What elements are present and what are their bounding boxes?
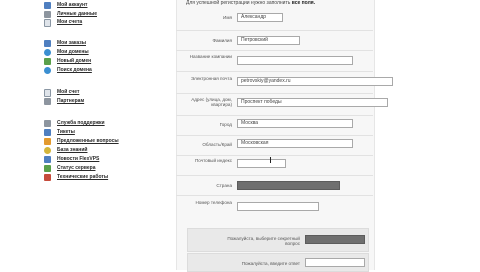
sidebar-item-faq[interactable]: Предложенные вопросы — [44, 138, 119, 145]
sidebar: Мой аккаунт Личные данные Мои счета Мои … — [0, 0, 165, 270]
new-domain-icon — [44, 58, 51, 65]
sidebar-item-label: Мои домены — [57, 49, 89, 55]
last-name-field[interactable]: Петровский — [237, 36, 300, 45]
sidebar-item-label: Мои заказы — [57, 40, 86, 46]
sidebar-item-my-account[interactable]: Мой аккаунт — [44, 2, 88, 9]
city-field[interactable]: Москва — [237, 119, 353, 128]
search-icon — [44, 67, 51, 74]
sidebar-item-label: Партнерам — [57, 98, 85, 104]
user-icon — [44, 2, 51, 9]
divider — [176, 115, 373, 116]
orders-icon — [44, 40, 51, 47]
knowledge-icon — [44, 147, 51, 154]
first-name-field[interactable]: Александр — [237, 13, 283, 22]
sidebar-item-new-domain[interactable]: Новый домен — [44, 58, 91, 65]
sidebar-item-server-status[interactable]: Статус сервера — [44, 165, 95, 172]
divider — [176, 93, 373, 94]
sidebar-item-label: Мои счета — [57, 19, 83, 25]
maintenance-icon — [44, 174, 51, 181]
sidebar-item-my-invoices[interactable]: Мои счета — [44, 18, 83, 27]
sidebar-item-label: Мой аккаунт — [57, 2, 88, 8]
sidebar-item-partners[interactable]: Партнерам — [44, 98, 84, 105]
intro-required-note: все поля. — [291, 0, 316, 6]
region-field[interactable]: Московская — [237, 139, 353, 148]
phone-field[interactable] — [237, 202, 319, 211]
country-select[interactable] — [237, 181, 340, 190]
sidebar-item-personal-data[interactable]: Личные данные — [44, 11, 97, 18]
globe-icon — [44, 49, 51, 56]
sidebar-item-label: Статус сервера — [57, 165, 96, 171]
divider — [176, 155, 373, 156]
first-name-label: Имя — [223, 15, 232, 20]
id-card-icon — [44, 11, 51, 18]
sidebar-item-tickets[interactable]: Тикеты — [44, 129, 75, 136]
security-answer-field[interactable] — [305, 258, 365, 267]
sidebar-item-label: Технические работы — [57, 174, 109, 180]
security-question-select[interactable] — [305, 235, 365, 244]
sidebar-item-label: Предложенные вопросы — [57, 138, 119, 144]
divider — [176, 135, 373, 136]
last-name-label: Фамилия — [212, 38, 232, 43]
sidebar-item-my-domains[interactable]: Мои домены — [44, 49, 89, 56]
security-question-label: Пожалуйста, выберите секретный вопрос — [227, 236, 300, 247]
sidebar-item-domain-search[interactable]: Поиск домена — [44, 67, 92, 74]
address-field[interactable]: Проспект победы — [237, 98, 388, 107]
sidebar-item-label: Служба поддержки — [57, 120, 105, 126]
sidebar-item-label: База знаний — [57, 147, 88, 153]
postal-code-field[interactable] — [237, 159, 286, 168]
sidebar-item-label: Поиск домена — [57, 67, 92, 73]
sidebar-item-label: Новый домен — [57, 58, 92, 64]
email-label: Электронная почта — [191, 76, 232, 81]
divider — [176, 175, 373, 176]
region-label: Область/Край — [202, 142, 232, 147]
sidebar-item-label: Тикеты — [57, 129, 75, 135]
sidebar-item-label: Новости FlexVPS — [57, 156, 100, 162]
wallet-icon — [44, 88, 51, 97]
company-field[interactable] — [237, 56, 353, 65]
sidebar-item-label: Личные данные — [57, 11, 97, 17]
sidebar-item-news[interactable]: Новости FlexVPS — [44, 156, 99, 163]
intro-text: Для успешной регистрации нужно заполнить — [186, 0, 291, 6]
security-answer-label: Пожалуйста, введите ответ — [241, 261, 300, 266]
faq-icon — [44, 138, 51, 145]
ticket-icon — [44, 129, 51, 136]
address-label: Адрес (улица, дом, квартира) — [191, 97, 232, 108]
divider — [176, 50, 373, 51]
sidebar-item-support[interactable]: Служба поддержки — [44, 120, 105, 127]
city-label: Город — [219, 122, 232, 127]
sidebar-item-label: Мой счет — [57, 89, 80, 95]
server-status-icon — [44, 165, 51, 172]
invoice-icon — [44, 18, 51, 27]
text-cursor-icon — [270, 157, 271, 163]
sidebar-item-maintenance[interactable]: Технические работы — [44, 174, 108, 181]
support-icon — [44, 120, 51, 127]
divider — [176, 30, 373, 31]
postal-code-label: Почтовый индекс — [194, 158, 232, 163]
partners-icon — [44, 98, 51, 105]
divider — [176, 195, 373, 196]
company-label: Название компании — [189, 54, 232, 59]
sidebar-item-my-balance[interactable]: Мой счет — [44, 88, 80, 97]
country-label: Страна — [216, 183, 232, 188]
news-icon — [44, 156, 51, 163]
email-field[interactable]: petrovskiy@yandex.ru — [237, 77, 393, 86]
divider — [176, 71, 373, 72]
form-intro: Для успешной регистрации нужно заполнить… — [186, 0, 315, 6]
sidebar-item-knowledge-base[interactable]: База знаний — [44, 147, 87, 154]
sidebar-item-my-orders[interactable]: Мои заказы — [44, 40, 86, 47]
phone-label: Номер телефона — [195, 200, 232, 205]
